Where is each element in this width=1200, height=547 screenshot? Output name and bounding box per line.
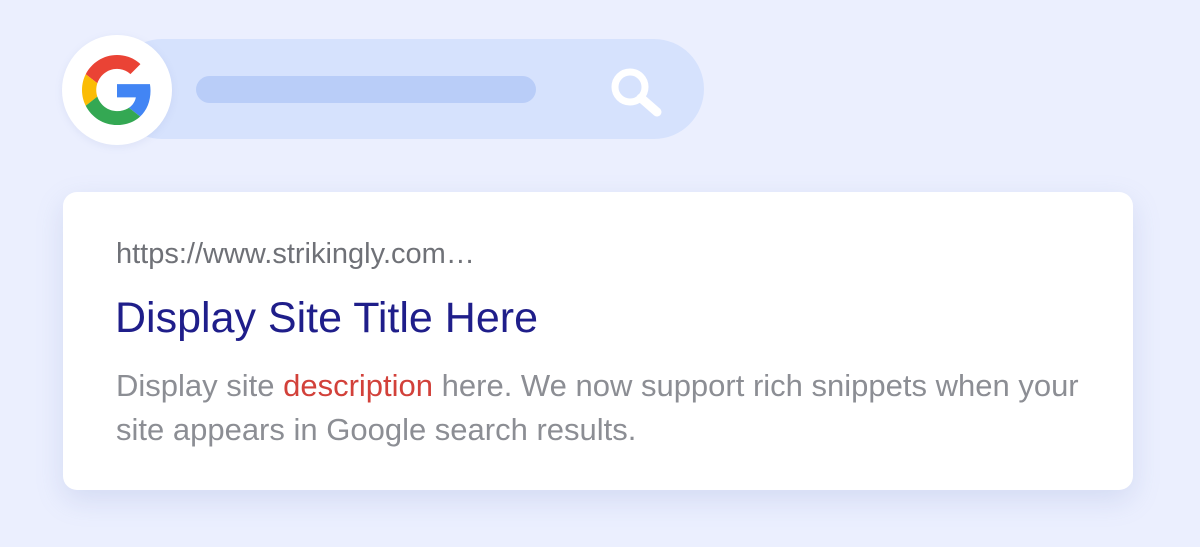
search-input-placeholder[interactable]: [196, 76, 536, 103]
google-g-logo-icon: [82, 55, 151, 125]
result-description-start: Display site: [116, 368, 284, 403]
result-url[interactable]: https://www.strikingly.com…: [116, 238, 475, 271]
result-description: Display site description here. We now su…: [116, 364, 1106, 452]
google-logo-badge: [62, 35, 172, 145]
canvas: https://www.strikingly.com… Display Site…: [0, 0, 1200, 547]
result-title-link[interactable]: Display Site Title Here: [115, 294, 538, 343]
result-description-highlight: description: [283, 368, 434, 403]
search-icon[interactable]: [606, 63, 668, 119]
